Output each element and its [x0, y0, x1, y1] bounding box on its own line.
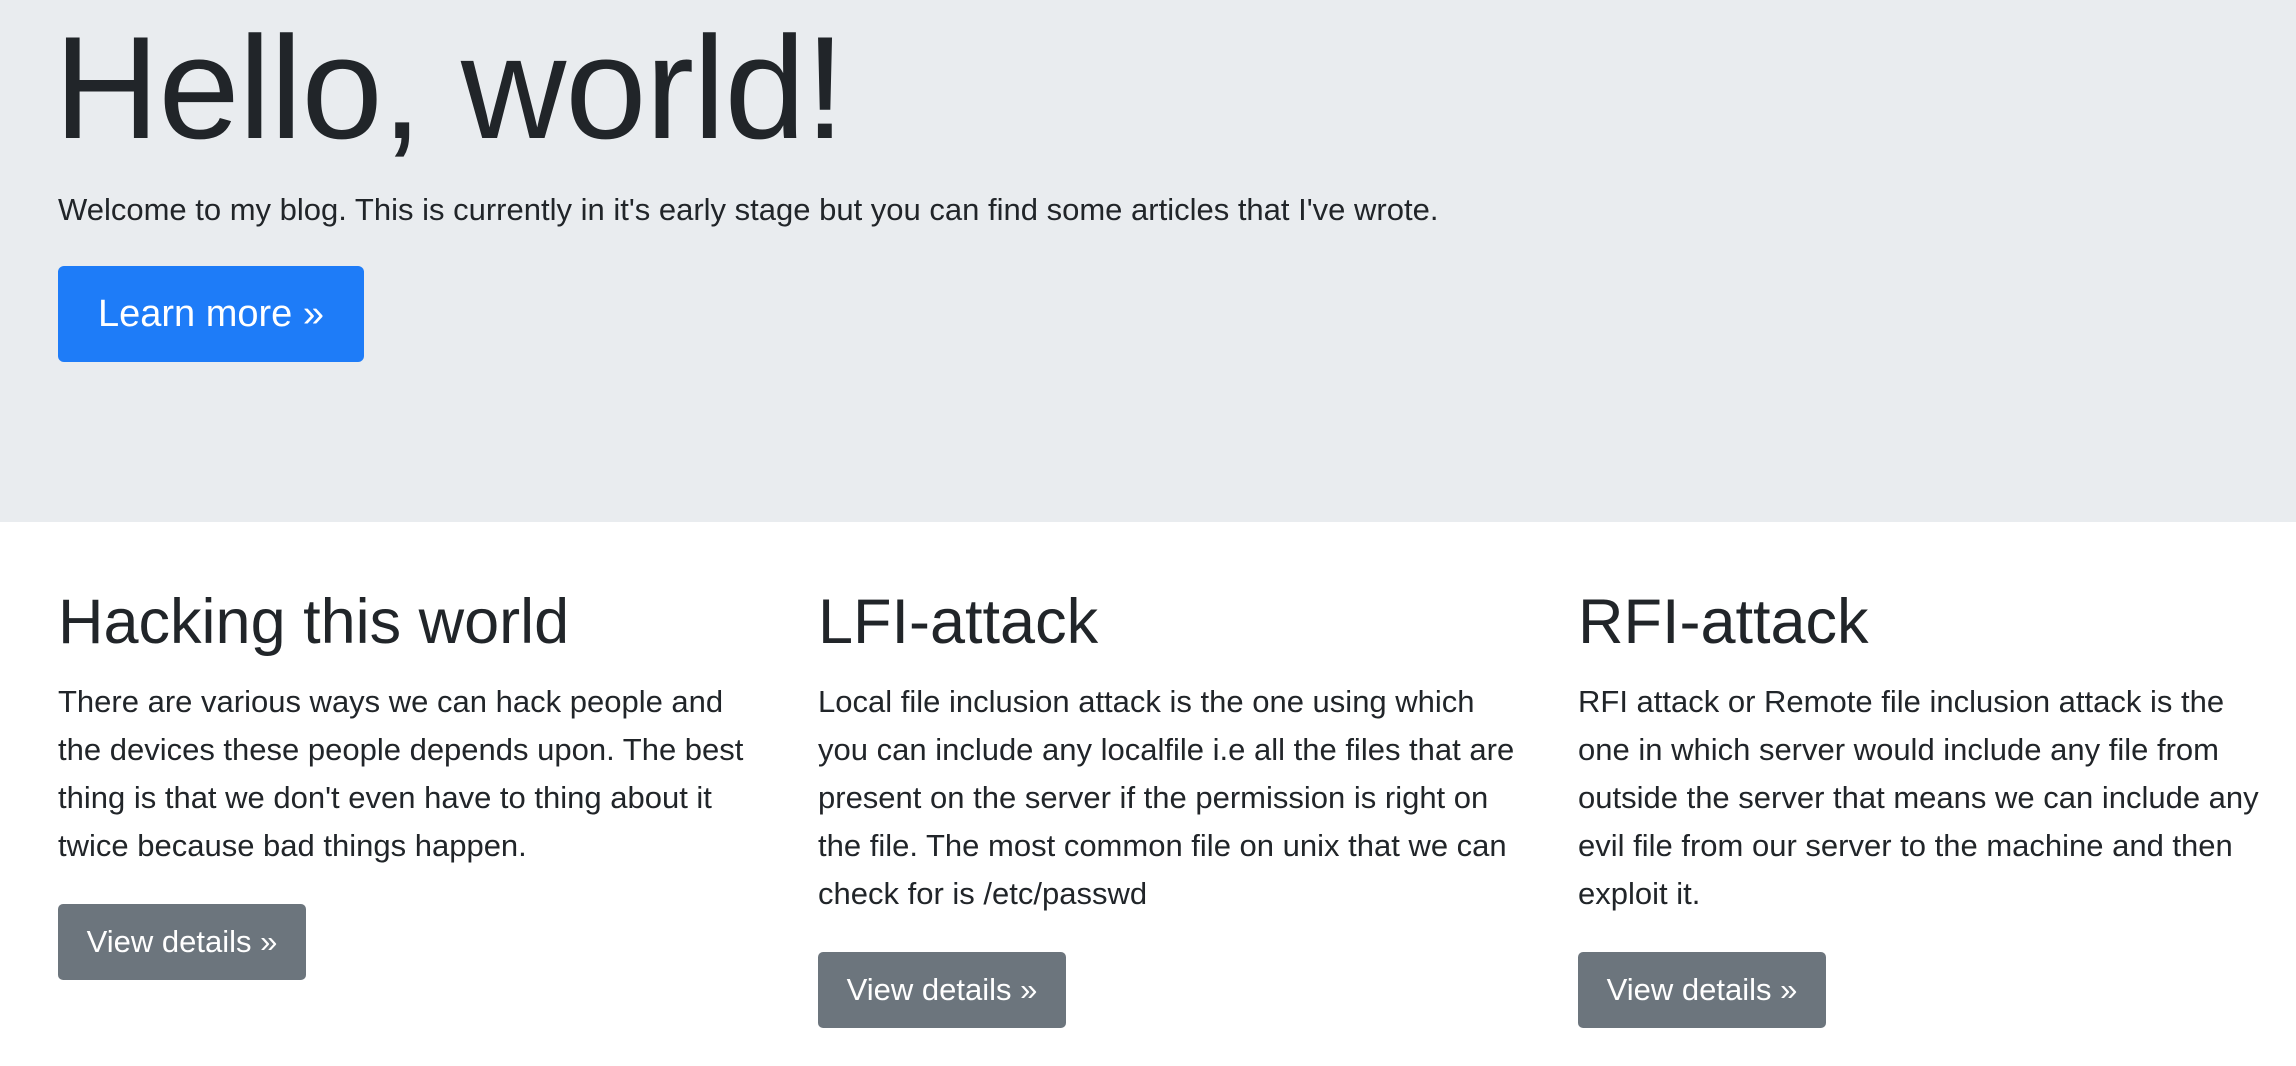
- hero-lead-text: Welcome to my blog. This is currently in…: [58, 192, 1439, 227]
- article-body: There are various ways we can hack peopl…: [58, 684, 744, 863]
- learn-more-button[interactable]: Learn more »: [58, 266, 364, 362]
- view-details-button[interactable]: View details »: [1578, 952, 1826, 1028]
- view-details-button[interactable]: View details »: [818, 952, 1066, 1028]
- articles-section: Hacking this world There are various way…: [0, 522, 2296, 1066]
- article-body: Local file inclusion attack is the one u…: [818, 684, 1515, 911]
- article-title: RFI-attack: [1578, 587, 1869, 657]
- article-title: Hacking this world: [58, 587, 570, 657]
- jumbotron: Hello, world! Welcome to my blog. This i…: [0, 0, 2296, 522]
- hero-title: Hello, world!: [54, 6, 845, 169]
- article-title: LFI-attack: [818, 587, 1099, 657]
- article-body: RFI attack or Remote file inclusion atta…: [1578, 684, 2259, 911]
- view-details-button[interactable]: View details »: [58, 904, 306, 980]
